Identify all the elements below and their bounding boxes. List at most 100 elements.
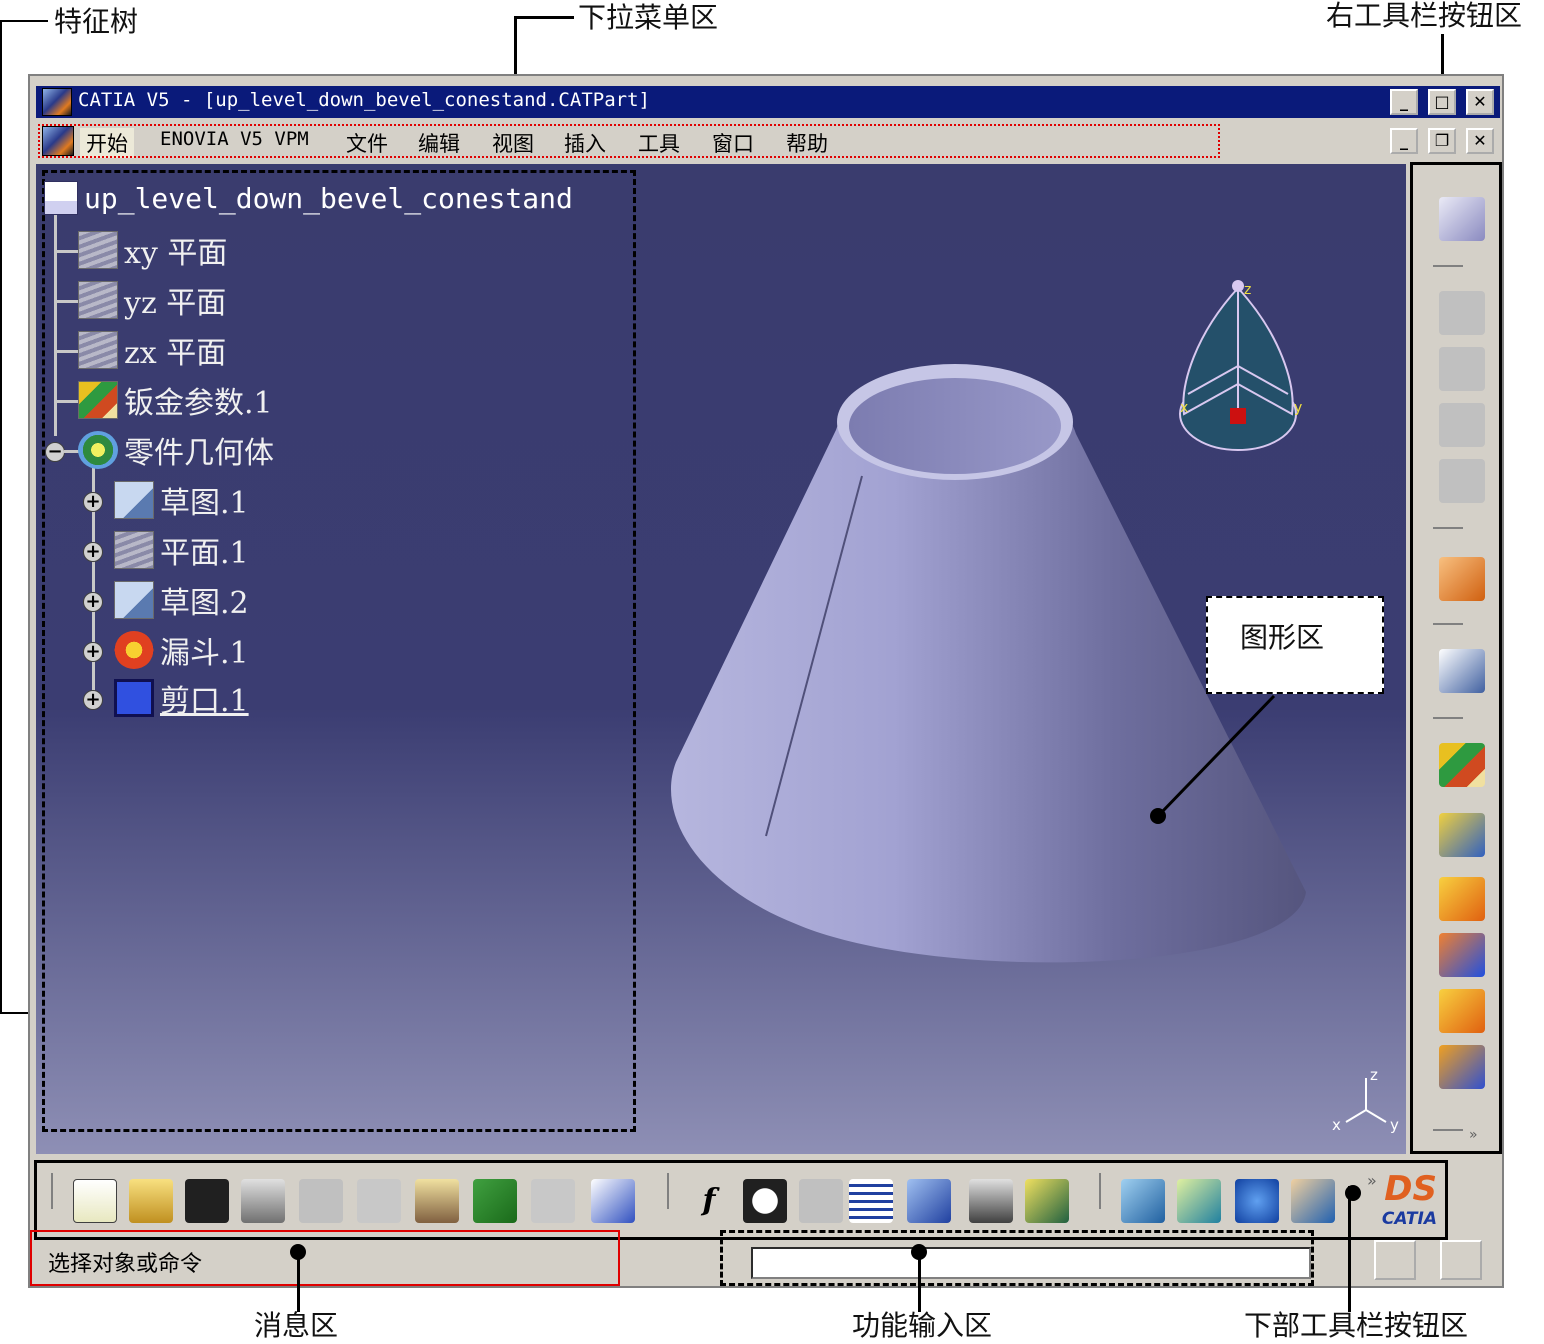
- undo-icon[interactable]: [473, 1179, 517, 1223]
- power-input-button[interactable]: [1374, 1240, 1416, 1280]
- hide-icon[interactable]: [799, 1179, 843, 1223]
- bend-icon[interactable]: [1439, 1045, 1485, 1089]
- axis-triad: z x y: [1332, 1066, 1399, 1134]
- fit-all-icon[interactable]: [1177, 1179, 1221, 1223]
- bottom-toolbar-leader: [1348, 1186, 1351, 1312]
- compass-y-label: y: [1294, 400, 1302, 416]
- triad-y-label: y: [1390, 1116, 1399, 1134]
- table-icon[interactable]: [849, 1179, 893, 1223]
- plane-icon: [78, 281, 118, 319]
- sheetmetal-params-icon[interactable]: [1439, 743, 1485, 787]
- graphics-viewport[interactable]: z x y z x y up_level_down_bevel_conestan…: [36, 164, 1406, 1154]
- tree-root[interactable]: up_level_down_bevel_conestand: [44, 178, 573, 218]
- function-input-leader: [918, 1252, 921, 1312]
- sketch-icon[interactable]: [1439, 649, 1485, 693]
- collapse-body-toggle[interactable]: −: [45, 442, 65, 462]
- cut-icon[interactable]: [299, 1179, 343, 1223]
- more-icon[interactable]: »: [1469, 1127, 1478, 1143]
- expand-sketch1-toggle[interactable]: +: [83, 492, 103, 512]
- plane-icon: [114, 531, 154, 569]
- rotate-icon[interactable]: [1291, 1179, 1335, 1223]
- select-icon[interactable]: [1439, 557, 1485, 601]
- graphics-area-callout: 图形区: [1206, 596, 1384, 694]
- power-input-field[interactable]: [751, 1247, 1311, 1279]
- expand-cutout-toggle[interactable]: +: [83, 690, 103, 710]
- info-button[interactable]: [1440, 1240, 1482, 1280]
- swept-wall-icon[interactable]: [1439, 989, 1485, 1033]
- product-icon[interactable]: [1439, 347, 1485, 391]
- tree-item-hopper-1[interactable]: 漏斗.1: [114, 630, 249, 671]
- doc-minimize-button[interactable]: _: [1390, 128, 1418, 154]
- toolbar-separator: [1433, 717, 1463, 719]
- tree-connector: [54, 400, 78, 403]
- tree-item-plane-1[interactable]: 平面.1: [114, 530, 249, 571]
- tree-item-sketch-1[interactable]: 草图.1: [114, 480, 249, 521]
- annotation-bottom-toolbar: 下部工具栏按钮区: [1244, 1309, 1469, 1342]
- right-toolbar: »: [1410, 162, 1502, 1154]
- product-icon[interactable]: [1439, 459, 1485, 503]
- expand-sketch2-toggle[interactable]: +: [83, 592, 103, 612]
- open-icon[interactable]: [129, 1179, 173, 1223]
- message-area: 选择对象或命令: [30, 1230, 620, 1286]
- menu-area-leader-horizontal: [514, 16, 574, 19]
- fly-icon[interactable]: [1121, 1179, 1165, 1223]
- tree-item-zx-plane[interactable]: zx 平面: [78, 330, 226, 371]
- compass-widget[interactable]: z x y: [1166, 274, 1316, 474]
- feature-tree-leader: [0, 20, 48, 22]
- doc-restore-button[interactable]: ❐: [1428, 128, 1456, 154]
- expand-plane1-toggle[interactable]: +: [83, 542, 103, 562]
- tree-item-sheetmetal-params[interactable]: 钣金参数.1: [78, 380, 273, 421]
- window-title: CATIA V5 - [up_level_down_bevel_conestan…: [78, 89, 650, 111]
- title-bar: CATIA V5 - [up_level_down_bevel_conestan…: [36, 86, 1500, 118]
- annotation-message-area: 消息区: [254, 1309, 339, 1342]
- tree-expand-icon[interactable]: [907, 1179, 951, 1223]
- wall-icon[interactable]: [1439, 197, 1485, 241]
- maximize-button[interactable]: □: [1428, 89, 1456, 115]
- expand-hopper-toggle[interactable]: +: [83, 642, 103, 662]
- save-icon[interactable]: [185, 1179, 229, 1223]
- tree-item-cutout-1[interactable]: 剪口.1: [114, 678, 249, 719]
- tree-item-xy-plane[interactable]: xy 平面: [78, 230, 227, 271]
- sketch-icon: [114, 481, 154, 519]
- toolbar-grip: [1099, 1173, 1101, 1209]
- paste-icon[interactable]: [415, 1179, 459, 1223]
- catia-app-icon[interactable]: [42, 88, 72, 116]
- pan-icon[interactable]: [1235, 1179, 1279, 1223]
- annotation-function-input: 功能输入区: [852, 1309, 993, 1342]
- minimize-button[interactable]: _: [1390, 89, 1418, 115]
- doc-close-button[interactable]: ✕: [1466, 128, 1494, 154]
- tree-root-label: up_level_down_bevel_conestand: [84, 181, 573, 215]
- tree-connector: [54, 350, 78, 353]
- print-icon[interactable]: [241, 1179, 285, 1223]
- product-icon[interactable]: [1439, 291, 1485, 335]
- annotation-menu-area: 下拉菜单区: [578, 1, 719, 34]
- formula-icon[interactable]: f: [687, 1179, 731, 1223]
- tree-item-label: 漏斗.1: [160, 636, 249, 671]
- new-icon[interactable]: [73, 1179, 117, 1223]
- redo-icon[interactable]: [531, 1179, 575, 1223]
- message-area-leader: [297, 1252, 300, 1312]
- toolbar-separator: [1433, 527, 1463, 529]
- toolbar-separator: [1433, 623, 1463, 625]
- copy-icon[interactable]: [357, 1179, 401, 1223]
- knowledge-icon[interactable]: [743, 1179, 787, 1223]
- toolbar-separator: [1433, 1129, 1463, 1131]
- tree-connector: [54, 250, 78, 253]
- whats-this-icon[interactable]: [591, 1179, 635, 1223]
- lock-icon[interactable]: [969, 1179, 1013, 1223]
- close-button[interactable]: ✕: [1466, 89, 1494, 115]
- tree-item-part-body[interactable]: 零件几何体: [78, 430, 274, 471]
- flange-icon[interactable]: [1439, 933, 1485, 977]
- tree-item-yz-plane[interactable]: yz 平面: [78, 280, 227, 321]
- tree-item-label: 钣金参数.1: [124, 386, 273, 421]
- tree-item-label: yz 平面: [124, 286, 227, 321]
- hopper-icon: [114, 631, 154, 669]
- product-icon[interactable]: [1439, 403, 1485, 447]
- wall-extrude-icon[interactable]: [1439, 877, 1485, 921]
- hopper-icon[interactable]: [1439, 813, 1485, 857]
- plane-icon: [78, 231, 118, 269]
- compass-x-label: x: [1180, 400, 1188, 416]
- tree-item-sketch-2[interactable]: 草图.2: [114, 580, 249, 621]
- parameters-icon[interactable]: [1025, 1179, 1069, 1223]
- annotation-right-toolbar: 右工具栏按钮区: [1326, 0, 1523, 32]
